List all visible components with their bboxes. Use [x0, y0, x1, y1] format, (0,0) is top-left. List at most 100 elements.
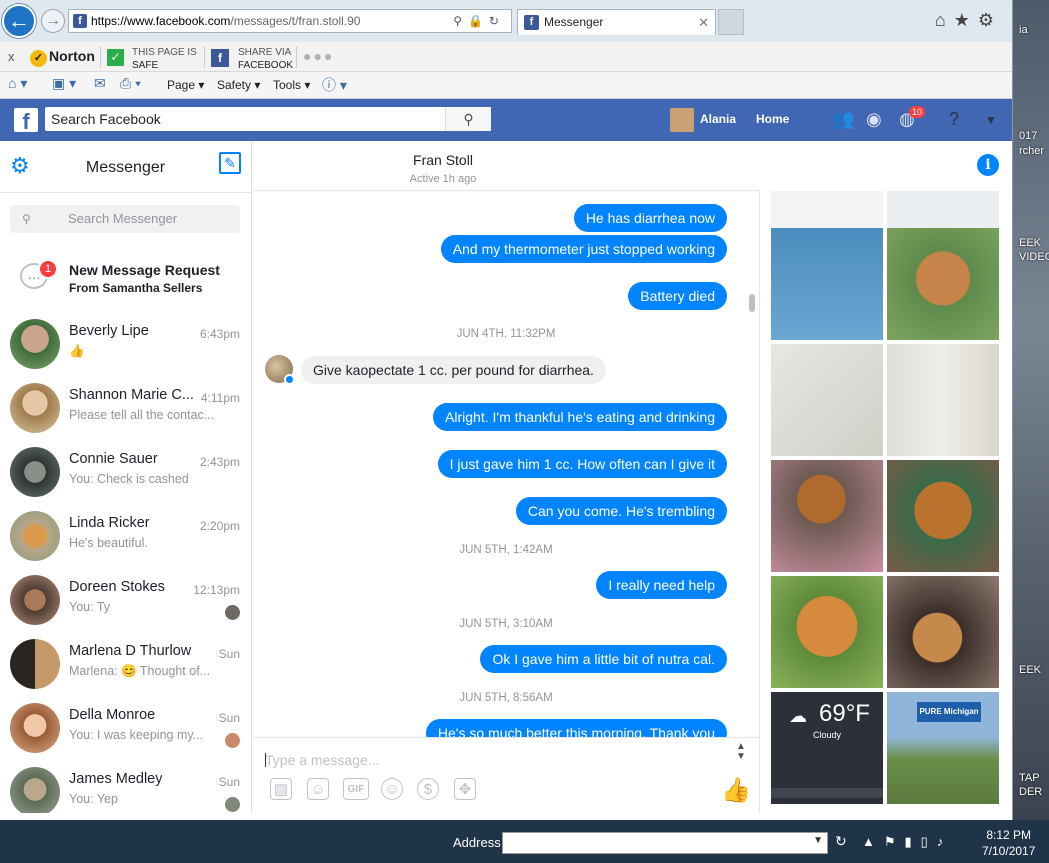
- game-controller-icon[interactable]: ✥: [454, 778, 476, 800]
- norton-close-icon[interactable]: x: [8, 49, 15, 64]
- shared-photo[interactable]: [887, 344, 999, 456]
- info-icon[interactable]: i: [977, 154, 999, 176]
- facebook-header: f Search Facebook ⚲ Alania Home 👥 ◉ ◍ 10…: [0, 99, 1012, 141]
- address-bar[interactable]: f https://www.facebook.com/messages/t/fr…: [68, 9, 512, 33]
- shared-photo-michigan[interactable]: PURE Michigan: [887, 692, 999, 804]
- compose-scroll-arrows-icon[interactable]: ▲ ▼: [733, 742, 749, 766]
- conversation-snippet: 👍: [69, 344, 85, 358]
- conversation-item[interactable]: Beverly Lipe 👍 6:43pm: [0, 311, 251, 375]
- home-icon[interactable]: ⌂ ▾: [8, 75, 27, 92]
- browser-toolbar-icons[interactable]: ⌂★⚙: [935, 10, 1002, 31]
- notification-badge: 10: [909, 106, 926, 118]
- print-icon[interactable]: ⎙ ▾: [120, 75, 141, 92]
- emoji-icon[interactable]: ☺: [381, 778, 403, 800]
- payment-dollar-icon[interactable]: $: [417, 778, 439, 800]
- gif-icon[interactable]: GIF: [343, 778, 369, 800]
- mail-icon[interactable]: ✉: [94, 75, 106, 92]
- home-link[interactable]: Home: [756, 112, 789, 126]
- shared-photo[interactable]: [771, 460, 883, 572]
- messenger-badge-icon: [284, 374, 295, 385]
- message-bubble-outgoing[interactable]: He has diarrhea now: [573, 204, 727, 232]
- conversation-time: Sun: [218, 647, 240, 661]
- account-menu-chevron-icon[interactable]: ▼: [985, 113, 997, 127]
- message-request-item[interactable]: … 1 New Message Request From Samantha Se…: [0, 253, 251, 309]
- shared-photo[interactable]: [887, 228, 999, 340]
- thumbs-up-icon[interactable]: 👍: [721, 776, 751, 805]
- system-clock[interactable]: 8:12 PM 7/10/2017: [982, 827, 1035, 859]
- refresh-icon[interactable]: ↻: [835, 833, 853, 853]
- sticker-icon[interactable]: ☺: [307, 778, 329, 800]
- conversation-item[interactable]: Connie Sauer You: Check is cashed 2:43pm: [0, 439, 251, 503]
- request-from: From Samantha Sellers: [69, 281, 203, 295]
- shared-photo[interactable]: [771, 228, 883, 340]
- profile-link[interactable]: Alania: [700, 112, 736, 126]
- help-icon[interactable]: ⓘ ▾: [322, 75, 347, 95]
- thread-scrollbar[interactable]: [749, 294, 755, 312]
- tools-menu[interactable]: Tools ▾: [273, 78, 310, 92]
- message-bubble-outgoing[interactable]: He's so much better this morning. Thank …: [425, 719, 727, 737]
- page-menu[interactable]: Page ▾: [167, 78, 204, 92]
- message-bubble-outgoing[interactable]: Battery died: [628, 282, 727, 310]
- message-input[interactable]: Type a message...: [265, 752, 379, 768]
- shared-photo[interactable]: [887, 191, 999, 228]
- facebook-logo-icon[interactable]: f: [14, 108, 38, 132]
- contact-name[interactable]: Fran Stoll: [253, 152, 633, 168]
- message-bubble-outgoing[interactable]: Alright. I'm thankful he's eating and dr…: [433, 403, 727, 431]
- shared-photo-weather[interactable]: 69°F ☁ Cloudy: [771, 692, 883, 804]
- message-thread[interactable]: He has diarrhea now And my thermometer j…: [253, 192, 759, 737]
- message-bubble-incoming[interactable]: Give kaopectate 1 cc. per pound for diar…: [301, 356, 606, 384]
- search-icon[interactable]: ⚲: [445, 107, 491, 131]
- conversation-item[interactable]: Linda Ricker He's beautiful. 2:20pm: [0, 503, 251, 567]
- back-button[interactable]: ←: [2, 4, 36, 38]
- facebook-search-input[interactable]: Search Facebook ⚲: [45, 107, 491, 131]
- more-dots-icon[interactable]: ●●●: [303, 48, 334, 64]
- conversation-snippet: Please tell all the contac...: [69, 408, 215, 422]
- shared-photo[interactable]: [771, 576, 883, 688]
- message-bubble-outgoing[interactable]: Ok I gave him a little bit of nutra cal.: [480, 645, 727, 673]
- chevron-down-icon[interactable]: ▼: [813, 835, 823, 846]
- avatar: [10, 639, 60, 689]
- page-safe-status[interactable]: THIS PAGE IS SAFE: [132, 46, 197, 72]
- conversation-item[interactable]: James Medley You: Yep Sun: [0, 759, 251, 813]
- help-question-icon[interactable]: ?: [949, 109, 959, 130]
- message-bubble-outgoing[interactable]: I just gave him 1 cc. How often can I gi…: [437, 450, 727, 478]
- share-via-facebook[interactable]: SHARE VIA FACEBOOK: [238, 46, 293, 72]
- forward-button[interactable]: →: [41, 9, 65, 33]
- conversation-item[interactable]: Shannon Marie C... Please tell all the c…: [0, 375, 251, 439]
- shared-photo[interactable]: [887, 576, 999, 688]
- tab-messenger[interactable]: f Messenger ✕: [517, 9, 716, 35]
- norton-logo[interactable]: ✓ Norton: [30, 48, 95, 67]
- conversation-snippet: You: Check is cashed: [69, 472, 189, 486]
- friend-requests-icon[interactable]: 👥: [832, 109, 854, 130]
- messenger-icon[interactable]: ◉: [866, 109, 882, 130]
- taskbar-address-input[interactable]: ▼: [502, 832, 828, 854]
- search-placeholder: Search Facebook: [51, 111, 161, 127]
- tab-close-icon[interactable]: ✕: [698, 10, 709, 35]
- conversation-snippet: He's beautiful.: [69, 536, 148, 550]
- avatar[interactable]: [670, 108, 694, 132]
- photo-icon[interactable]: ▨: [270, 778, 292, 800]
- safety-menu[interactable]: Safety ▾: [217, 78, 260, 92]
- conversation-list-panel: ⚙ Messenger ✎ ⚲ Search Messenger … 1 New…: [0, 141, 252, 813]
- desktop-label: ia: [1019, 24, 1028, 36]
- shared-photo[interactable]: [771, 191, 883, 228]
- message-bubble-outgoing[interactable]: I really need help: [596, 571, 727, 599]
- conversation-name: James Medley: [69, 771, 163, 787]
- feeds-icon[interactable]: ▣ ▾: [52, 75, 76, 92]
- message-bubble-outgoing[interactable]: Can you come. He's trembling: [515, 497, 727, 525]
- avatar[interactable]: [265, 355, 295, 385]
- compose-new-message-icon[interactable]: ✎: [219, 152, 241, 174]
- message-bubble-outgoing[interactable]: And my thermometer just stopped working: [440, 235, 727, 263]
- shared-photo[interactable]: [771, 344, 883, 456]
- system-tray-icons[interactable]: ▲⚑▮▯♪: [862, 834, 952, 850]
- address-bar-icons[interactable]: ⚲🔒↻: [453, 10, 505, 32]
- timestamp-divider: JUN 5TH, 3:10AM: [459, 618, 553, 630]
- new-tab-button[interactable]: [718, 9, 744, 35]
- conversation-item[interactable]: Doreen Stokes You: Ty 12:13pm: [0, 567, 251, 631]
- conversation-item[interactable]: Della Monroe You: I was keeping my... Su…: [0, 695, 251, 759]
- shared-photo[interactable]: [887, 460, 999, 572]
- address-toolbar-label: Address: [453, 835, 501, 850]
- conversation-name: Shannon Marie C...: [69, 387, 194, 403]
- conversation-item[interactable]: Marlena D Thurlow Marlena: 😊 Thought of.…: [0, 631, 251, 695]
- search-messenger-input[interactable]: ⚲ Search Messenger: [10, 205, 240, 233]
